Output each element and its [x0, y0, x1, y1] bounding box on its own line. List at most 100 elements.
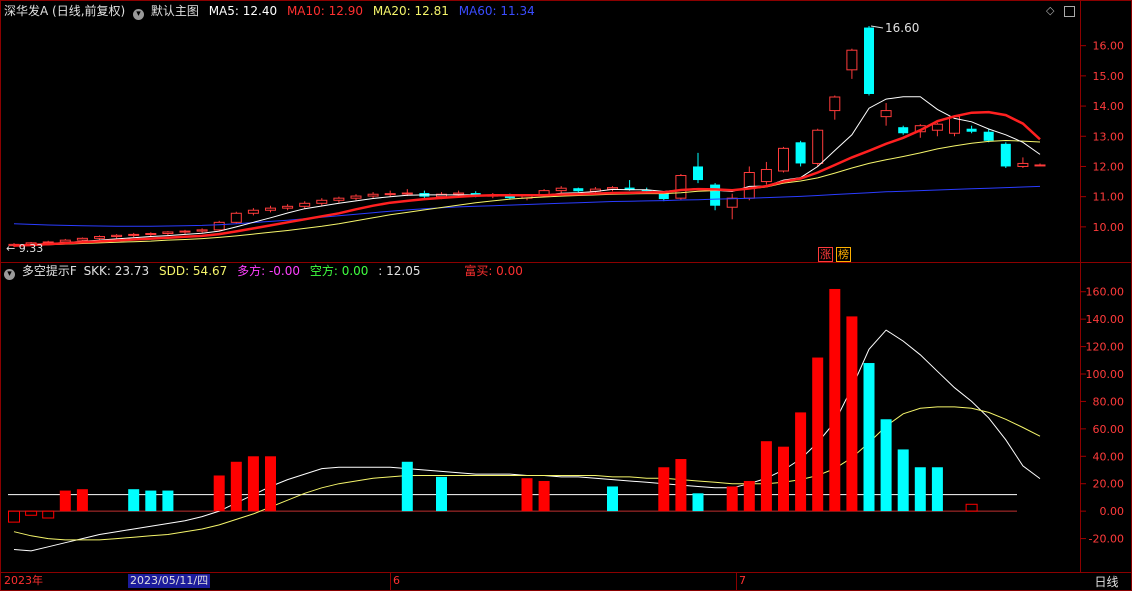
- candle-body: [812, 129, 824, 164]
- template-label[interactable]: 默认主图: [151, 4, 199, 18]
- candle-body: [213, 221, 225, 231]
- ma60-line: [13, 185, 1041, 227]
- candle-body: [76, 237, 88, 241]
- indicator-axis: 160.00 140.00 120.00 100.00 80.00 60.00 40.00 2…: [8, 286, 1124, 546]
- candle-body: [196, 229, 208, 232]
- indicator-bar: [230, 461, 242, 512]
- chart-stage: 16.00 15.00 14.00 13.00 12.00 11.00 10.00 160.…: [0, 0, 1132, 591]
- candle-body: [983, 131, 994, 141]
- indicator-bar: [726, 486, 738, 512]
- indicator-toggle-icon[interactable]: ▾: [4, 269, 15, 280]
- indicator-header: ▾ 多空提示F SKK: 23.73 SDD: 54.67 多方: -0.00 …: [4, 264, 529, 280]
- candle-body: [726, 197, 738, 208]
- candle-body: [401, 192, 413, 195]
- candle-body: [179, 230, 191, 233]
- indicator-bar: [401, 461, 413, 512]
- candle-body: [846, 49, 858, 71]
- indicator-axis-label: 20.00: [1093, 478, 1125, 491]
- indicator-axis-label: 120.00: [1086, 341, 1125, 354]
- price-header: 深华发A (日线,前复权) ▾ 默认主图 MA5: 12.40 MA10: 12…: [4, 4, 541, 20]
- indicator-bar: [162, 490, 174, 512]
- candle-body: [658, 193, 669, 200]
- indicator-bar: [59, 490, 71, 512]
- bang-tag[interactable]: 榜: [836, 247, 851, 262]
- candle-body: [710, 184, 721, 206]
- duofang-label: 多方: -0.00: [237, 264, 301, 278]
- candle-body: [607, 187, 618, 190]
- ma20-line: [13, 139, 1041, 247]
- price-annotations: 16.60 ← 9.33: [6, 21, 919, 255]
- kongfang-label: 空方: 0.00: [309, 264, 369, 278]
- price-axis-label: 15.00: [1093, 70, 1125, 83]
- candle-body: [693, 166, 703, 181]
- candle-body: [1034, 164, 1046, 167]
- price-axis-label: 13.00: [1093, 130, 1125, 143]
- candle-body: [864, 27, 874, 94]
- low-value-label: ← 9.33: [6, 242, 43, 255]
- indicator-bar: [8, 510, 20, 523]
- indicator-bar: [247, 456, 259, 512]
- indicator-bar: [897, 449, 909, 512]
- indicator-axis-label: 60.00: [1093, 423, 1125, 436]
- period-button[interactable]: 日线: [1081, 573, 1132, 591]
- indicator-bars: [8, 288, 978, 523]
- indicator-bar: [914, 467, 926, 512]
- indicator-bar: [829, 288, 841, 512]
- indicator-name[interactable]: 多空提示F: [22, 264, 77, 278]
- month-7-label: 7: [739, 574, 746, 587]
- price-axis-label: 11.00: [1093, 191, 1125, 204]
- indicator-bar: [265, 456, 276, 512]
- candle-body: [111, 234, 123, 238]
- candle-body: [282, 205, 294, 209]
- indicator-bar: [692, 493, 704, 512]
- indicator-axis-label: 40.00: [1093, 450, 1125, 463]
- candle-body: [265, 207, 276, 211]
- template-toggle-icon[interactable]: ▾: [133, 9, 145, 20]
- candle-body: [333, 197, 345, 201]
- stock-title[interactable]: 深华发A (日线,前复权): [4, 4, 125, 18]
- indicator-bar: [213, 475, 225, 512]
- fumai-label: 富买: 0.00: [464, 264, 523, 278]
- indicator-bar: [42, 510, 55, 519]
- indicator-bar: [965, 503, 978, 512]
- candle-body: [230, 212, 242, 223]
- price-axis-label: 10.00: [1093, 221, 1125, 234]
- year-label: 2023年: [4, 574, 43, 587]
- candle-body: [350, 195, 362, 199]
- indicator-value-label: : 12.05: [378, 264, 421, 278]
- candle-body: [931, 123, 943, 131]
- indicator-bar: [538, 480, 550, 512]
- indicator-axis-label: -20.00: [1089, 533, 1124, 546]
- indicator-bar: [743, 480, 755, 512]
- candle-body: [743, 172, 755, 199]
- price-axis-label: 16.00: [1093, 40, 1125, 53]
- candle-body: [1017, 162, 1029, 167]
- indicator-bar: [846, 316, 858, 512]
- candlestick-series: [8, 26, 1046, 248]
- indicator-bar: [931, 467, 943, 512]
- ma20-label: MA20: 12.81: [372, 4, 449, 18]
- ma10-label: MA10: 12.90: [286, 4, 363, 18]
- ma60-label: MA60: 11.34: [458, 4, 535, 18]
- candle-body: [384, 193, 396, 196]
- zhang-tag[interactable]: 涨: [818, 247, 833, 262]
- price-axis-label: 12.00: [1093, 160, 1125, 173]
- indicator-bar: [880, 419, 892, 512]
- panel-toggle-button[interactable]: [1064, 6, 1075, 17]
- candle-body: [367, 193, 379, 197]
- candle-body: [162, 231, 174, 235]
- ma5-label: MA5: 12.40: [208, 4, 278, 18]
- indicator-bar: [436, 476, 447, 512]
- indicator-axis-label: 0.00: [1100, 505, 1125, 518]
- sdd-label: SDD: 54.67: [158, 264, 228, 278]
- indicator-bar: [658, 467, 670, 512]
- indicator-bar: [145, 490, 157, 512]
- indicator-bar: [812, 357, 824, 512]
- diamond-icon[interactable]: ◇: [1046, 4, 1054, 17]
- indicator-bar: [675, 459, 687, 512]
- candle-body: [128, 233, 140, 236]
- high-value-label: 16.60: [885, 21, 919, 35]
- candle-body: [880, 110, 892, 118]
- indicator-bar: [795, 412, 807, 512]
- candle-body: [299, 202, 311, 207]
